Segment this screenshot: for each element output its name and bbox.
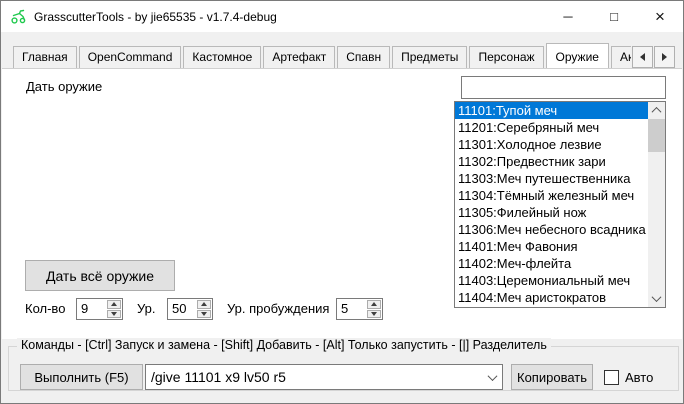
parameters-row: Кол-во 9 Ур. 50 Ур. пробуждения 5	[2, 298, 682, 320]
tab-scroll-left-button[interactable]	[632, 46, 653, 68]
tab-items[interactable]: Предметы	[392, 46, 467, 68]
quantity-down-button[interactable]	[107, 310, 121, 319]
right-arrow-icon	[662, 53, 667, 61]
app-icon	[10, 8, 27, 25]
level-stepper[interactable]: 50	[167, 298, 213, 320]
tab-character[interactable]: Персонаж	[469, 46, 543, 68]
copy-button[interactable]: Копировать	[511, 364, 593, 390]
quantity-label: Кол-во	[25, 298, 65, 320]
left-arrow-icon	[640, 53, 645, 61]
triangle-up-icon	[111, 302, 117, 306]
app-window: GrasscutterTools - by jie65535 - v1.7.4-…	[0, 0, 684, 404]
list-item[interactable]: 11305:Филейный нож	[455, 204, 648, 221]
awaken-down-button[interactable]	[367, 310, 381, 319]
weapon-listbox: 11101:Тупой меч11201:Серебряный меч11301…	[454, 101, 666, 308]
triangle-up-icon	[201, 302, 207, 306]
combo-dropdown-button[interactable]	[482, 365, 502, 389]
awaken-level-value[interactable]: 5	[337, 299, 366, 319]
give-all-weapons-button[interactable]: Дать всё оружие	[25, 260, 175, 291]
give-weapon-label: Дать оружие	[26, 79, 102, 94]
triangle-down-icon	[111, 312, 117, 316]
tab-main[interactable]: Главная	[13, 46, 77, 68]
weapon-tab-page: Дать оружие 11101:Тупой меч11201:Серебря…	[2, 68, 682, 339]
tab-artifact[interactable]: Артефакт	[263, 46, 335, 68]
triangle-down-icon	[371, 312, 377, 316]
window-title: GrasscutterTools - by jie65535 - v1.7.4-…	[34, 10, 277, 24]
tab-spawn[interactable]: Спавн	[337, 46, 390, 68]
list-item[interactable]: 11304:Тёмный железный меч	[455, 187, 648, 204]
list-item[interactable]: 11402:Меч-флейта	[455, 255, 648, 272]
title-bar: GrasscutterTools - by jie65535 - v1.7.4-…	[1, 1, 683, 32]
list-item[interactable]: 11303:Меч путешественника	[455, 170, 648, 187]
tab-scroll-right-button[interactable]	[654, 46, 675, 68]
awaken-level-label: Ур. пробуждения	[227, 298, 329, 320]
awaken-level-stepper[interactable]: 5	[336, 298, 383, 320]
tab-weapon[interactable]: Оружие	[546, 43, 609, 68]
commands-groupbox: Команды - [Ctrl] Запуск и замена - [Shif…	[8, 346, 679, 391]
run-command-button[interactable]: Выполнить (F5)	[20, 364, 143, 390]
tab-opencommand[interactable]: OpenCommand	[79, 46, 182, 68]
minimize-button[interactable]: ─	[545, 1, 591, 32]
level-value[interactable]: 50	[168, 299, 196, 319]
awaken-up-button[interactable]	[367, 300, 381, 309]
list-item[interactable]: 11201:Серебряный меч	[455, 119, 648, 136]
weapon-list-rows: 11101:Тупой меч11201:Серебряный меч11301…	[455, 102, 648, 307]
commands-group-title: Команды - [Ctrl] Запуск и замена - [Shif…	[17, 338, 551, 352]
command-text[interactable]: /give 11101 x9 lv50 r5	[146, 369, 482, 385]
tab-scroll-arrows	[631, 46, 675, 68]
list-item[interactable]: 11401:Меч Фавония	[455, 238, 648, 255]
scrollbar-thumb[interactable]	[648, 119, 665, 152]
list-item[interactable]: 11301:Холодное лезвие	[455, 136, 648, 153]
auto-checkbox[interactable]	[604, 370, 619, 385]
tab-list: ГлавнаяOpenCommandКастомноеАртефактСпавн…	[1, 41, 683, 68]
level-up-button[interactable]	[197, 300, 211, 309]
level-label: Ур.	[137, 298, 156, 320]
weapon-search-input[interactable]	[461, 76, 666, 99]
quantity-up-button[interactable]	[107, 300, 121, 309]
scroll-up-button[interactable]	[648, 102, 665, 119]
chevron-up-icon	[652, 107, 662, 117]
auto-checkbox-group: Авто	[604, 364, 653, 390]
triangle-up-icon	[371, 302, 377, 306]
command-combobox[interactable]: /give 11101 x9 lv50 r5	[145, 364, 503, 390]
level-down-button[interactable]	[197, 310, 211, 319]
list-item[interactable]: 11306:Меч небесного всадника	[455, 221, 648, 238]
list-item[interactable]: 11302:Предвестник зари	[455, 153, 648, 170]
quantity-value[interactable]: 9	[77, 299, 106, 319]
list-item[interactable]: 11101:Тупой меч	[455, 102, 648, 119]
triangle-down-icon	[201, 312, 207, 316]
quantity-stepper[interactable]: 9	[76, 298, 123, 320]
auto-checkbox-label: Авто	[625, 370, 653, 385]
chevron-down-icon	[487, 371, 497, 381]
listbox-scrollbar	[648, 102, 665, 307]
maximize-button[interactable]: □	[591, 1, 637, 32]
list-item[interactable]: 11403:Церемониальный меч	[455, 272, 648, 289]
close-button[interactable]: ×	[637, 1, 683, 32]
tab-custom[interactable]: Кастомное	[183, 46, 261, 68]
